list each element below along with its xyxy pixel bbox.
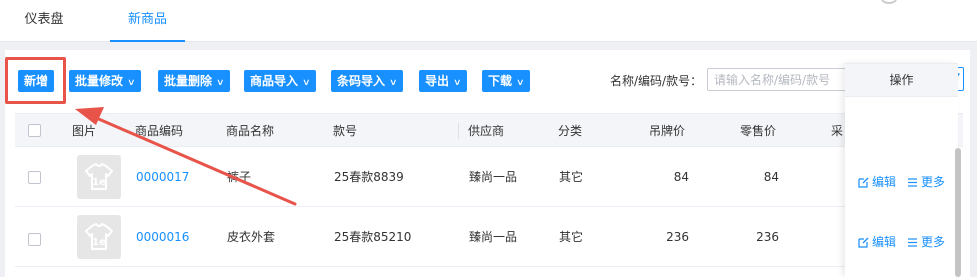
download-button[interactable]: 下载 ∨ [482,70,530,92]
column-header: 吊牌价 [649,124,686,138]
category: 其它 [559,230,584,244]
column-header: 采 [831,124,844,138]
tag-price: 236 [666,230,689,244]
chevron-down-icon: ∨ [453,78,462,88]
product-image: 1e [77,215,121,259]
list-icon [908,178,917,187]
chevron-down-icon: ∨ [127,78,136,88]
batch-delete-button[interactable]: 批量删除 ∨ [158,70,230,92]
retail-price: 236 [756,230,779,244]
edit-icon [858,237,869,248]
list-icon [908,238,917,247]
svg-text:1e: 1e [92,177,106,188]
select-all-checkbox[interactable] [28,124,41,137]
retail-price: 84 [763,170,779,184]
more-link[interactable]: 更多 [907,233,945,250]
main-panel: 新增 批量修改 ∨ 批量删除 ∨ 商品导入 ∨ 条码导入 ∨ 导出 ∨ 下载 ∨ 名称/编码… [5,50,970,277]
chevron-down-icon: ∨ [216,78,225,88]
tshirt-icon: 1e [85,163,113,190]
column-header: 图片 [72,124,97,138]
tab-new-products[interactable]: 新商品 [110,0,185,42]
column-divider [458,123,459,139]
style-number: 25春款8839 [334,170,404,184]
table-row[interactable]: 1e 0000016 皮衣外套 25春款85210 臻尚一品 其它 236 23… [15,207,845,267]
supplier: 臻尚一品 [469,230,518,244]
table-row[interactable]: 1e 0000017 裤子 25春款8839 臻尚一品 其它 84 84 [15,147,845,207]
annotation-highlight-box [5,57,66,104]
row-checkbox[interactable] [28,171,41,184]
svg-text:1e: 1e [92,237,106,248]
tag-price: 84 [673,170,689,184]
more-link[interactable]: 更多 [907,173,945,190]
edit-link[interactable]: 编辑 [858,173,896,190]
column-header: 操作 [845,63,958,97]
product-name: 皮衣外套 [227,230,276,244]
supplier: 臻尚一品 [469,170,518,184]
barcode-import-button[interactable]: 条码导入 ∨ [331,70,403,92]
product-code-link[interactable]: 0000016 [136,207,189,267]
column-header: 零售价 [740,124,777,138]
table-header: 图片 商品编码 商品名称 款号 供应商 分类 吊牌价 零售价 采 [15,113,963,147]
column-header: 供应商 [468,124,505,138]
tab-bar: 仪表盘 新商品 [0,0,977,42]
column-header: 分类 [558,124,583,138]
search-label: 名称/编码/款号： [610,74,703,88]
column-header: 款号 [333,124,358,138]
tab-dashboard[interactable]: 仪表盘 [8,0,80,42]
actions-column: 操作 编辑 更多 编辑 更多 [845,63,958,277]
style-number: 25春款85210 [334,230,412,244]
batch-edit-button[interactable]: 批量修改 ∨ [69,70,141,92]
row-checkbox[interactable] [28,233,41,246]
column-header: 商品编码 [135,124,184,138]
product-name: 裤子 [227,170,252,184]
export-button[interactable]: 导出 ∨ [419,70,467,92]
chevron-down-icon: ∨ [389,78,398,88]
chevron-down-icon: ∨ [302,78,311,88]
product-image: 1e [77,155,121,199]
vertical-scrollbar[interactable] [955,148,961,277]
column-header: 商品名称 [226,124,275,138]
edit-link[interactable]: 编辑 [858,233,896,250]
decorative-mark [881,0,897,4]
tshirt-icon: 1e [85,223,113,250]
chevron-down-icon: ∨ [516,78,525,88]
category: 其它 [559,170,584,184]
product-import-button[interactable]: 商品导入 ∨ [244,70,316,92]
edit-icon [858,177,869,188]
product-code-link[interactable]: 0000017 [136,147,189,207]
